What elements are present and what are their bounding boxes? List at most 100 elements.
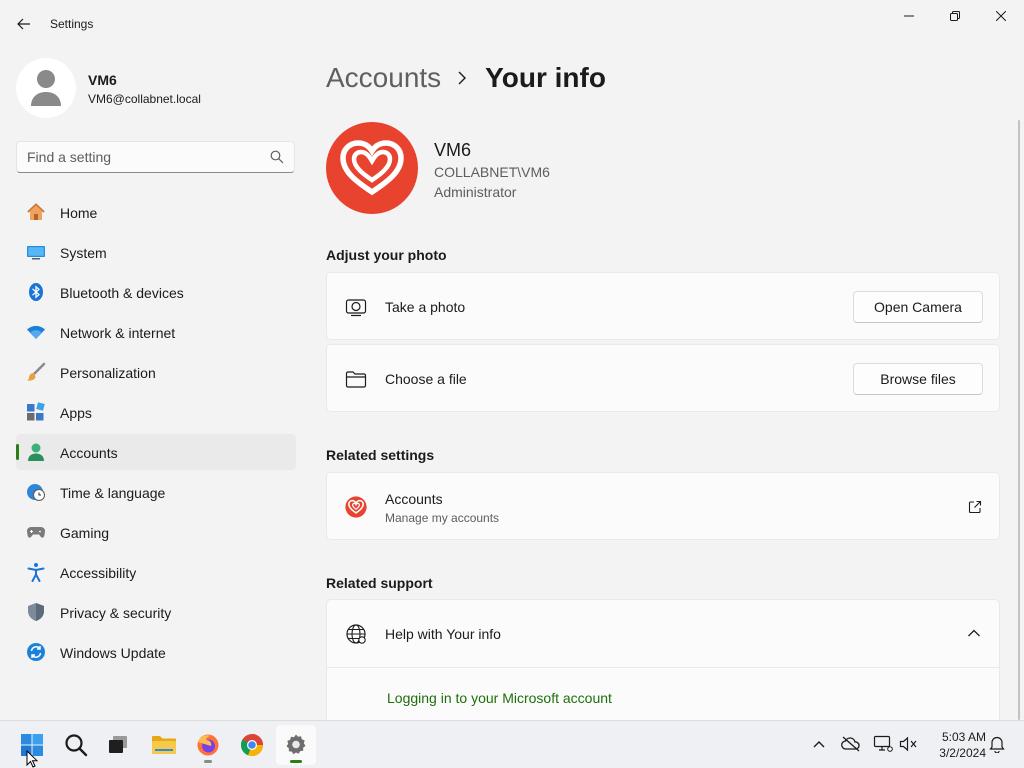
user-name: VM6 <box>434 140 472 160</box>
accounts-link-card[interactable]: Accounts Manage my accounts <box>326 472 1000 540</box>
chevron-up-icon[interactable] <box>967 628 981 638</box>
brush-icon <box>26 362 46 382</box>
onedrive-tray-button[interactable] <box>840 733 862 755</box>
settings-taskbar-button[interactable] <box>276 725 316 765</box>
app-title: Settings <box>50 17 94 31</box>
notifications-button[interactable] <box>986 733 1008 755</box>
breadcrumb-parent[interactable]: Accounts <box>326 62 441 94</box>
person-icon <box>31 70 61 106</box>
open-external-icon <box>968 500 982 514</box>
network-icon <box>873 735 893 752</box>
sidebar-item-label: Time & language <box>60 485 166 501</box>
microsoft-account-help-link[interactable]: Logging in to your Microsoft account <box>387 690 612 706</box>
sidebar-item-label: Windows Update <box>60 645 166 661</box>
sidebar-profile[interactable]: VM6 VM6@collabnet.local <box>16 58 296 118</box>
firefox-icon <box>197 734 219 756</box>
show-hidden-icons-button[interactable] <box>808 733 830 755</box>
page-title: Your info <box>485 62 606 93</box>
search-box[interactable] <box>16 141 295 173</box>
accounts-icon <box>26 442 46 462</box>
bell-icon <box>989 736 1005 753</box>
search-icon <box>65 734 88 757</box>
accounts-link-label: Accounts <box>385 491 443 507</box>
heart-logo-icon <box>340 140 404 196</box>
user-role: Administrator <box>434 184 517 200</box>
system-icon <box>26 242 46 262</box>
sidebar-item-label: Network & internet <box>60 325 176 341</box>
chrome-icon <box>240 734 264 757</box>
sidebar-item-privacy[interactable]: Privacy & security <box>16 594 296 630</box>
taskbar-clock[interactable]: 5:03 AM 3/2/2024 <box>924 729 986 761</box>
back-button[interactable] <box>12 12 36 36</box>
close-button[interactable] <box>978 0 1024 32</box>
taskbar: 5:03 AM 3/2/2024 <box>0 720 1024 768</box>
restore-button[interactable] <box>932 0 978 32</box>
sidebar-item-home[interactable]: Home <box>16 194 296 230</box>
search-input[interactable] <box>27 148 267 166</box>
help-label: Help with Your info <box>385 626 501 642</box>
clock-date: 3/2/2024 <box>939 746 986 760</box>
folder-icon <box>345 369 367 389</box>
apps-icon <box>26 402 46 422</box>
sidebar-item-label: Apps <box>60 405 92 421</box>
mouse-cursor-icon <box>26 750 39 768</box>
task-view-icon <box>109 736 127 753</box>
sidebar-item-apps[interactable]: Apps <box>16 394 296 430</box>
chevron-right-icon <box>457 71 469 85</box>
wifi-icon <box>26 322 46 342</box>
sidebar-item-time-language[interactable]: Time & language <box>16 474 296 510</box>
network-tray-button[interactable] <box>872 733 894 755</box>
clock-globe-icon <box>26 482 46 502</box>
running-indicator <box>204 760 212 763</box>
sidebar-item-label: Home <box>60 205 98 221</box>
help-expander: Help with Your info Logging in to your M… <box>326 599 1000 720</box>
profile-name: VM6 <box>88 72 117 88</box>
sidebar-item-bluetooth[interactable]: Bluetooth & devices <box>16 274 296 310</box>
sidebar-item-accessibility[interactable]: Accessibility <box>16 554 296 590</box>
volume-tray-button[interactable] <box>898 733 920 755</box>
sidebar-item-system[interactable]: System <box>16 234 296 270</box>
breadcrumb: Accounts Your info <box>326 58 606 98</box>
volume-muted-icon <box>899 736 917 752</box>
sidebar-item-label: Gaming <box>60 525 110 541</box>
adjust-photo-heading: Adjust your photo <box>326 247 447 263</box>
taskbar-search-button[interactable] <box>56 725 96 765</box>
related-support-heading: Related support <box>326 575 433 591</box>
search-icon[interactable] <box>270 150 284 164</box>
avatar <box>16 58 76 118</box>
sidebar-nav: Home System Bluetooth & devices Network … <box>16 194 296 674</box>
sidebar-item-windows-update[interactable]: Windows Update <box>16 634 296 670</box>
browse-files-button[interactable]: Browse files <box>853 363 983 395</box>
home-icon <box>26 202 46 222</box>
accessibility-icon <box>26 562 46 582</box>
sidebar-item-gaming[interactable]: Gaming <box>16 514 296 550</box>
firefox-button[interactable] <box>188 725 228 765</box>
title-bar: Settings <box>0 0 1024 48</box>
settings-icon <box>286 734 306 755</box>
settings-window: Settings VM6 VM6@collabnet.local Home <box>0 0 1024 720</box>
sidebar-item-label: Personalization <box>60 365 156 381</box>
sidebar-item-label: Accessibility <box>60 565 137 581</box>
sidebar-item-accounts[interactable]: Accounts <box>16 434 296 470</box>
sidebar-item-label: System <box>60 245 107 261</box>
shield-icon <box>26 602 46 622</box>
update-icon <box>26 642 46 662</box>
open-camera-button[interactable]: Open Camera <box>853 291 983 323</box>
file-explorer-button[interactable] <box>144 725 184 765</box>
task-view-button[interactable] <box>98 725 138 765</box>
minimize-button[interactable] <box>886 0 932 32</box>
sidebar-item-network[interactable]: Network & internet <box>16 314 296 350</box>
camera-icon <box>345 297 367 317</box>
scrollbar[interactable] <box>1018 120 1020 720</box>
sidebar-item-personalization[interactable]: Personalization <box>16 354 296 390</box>
help-expander-header[interactable]: Help with Your info <box>327 600 999 668</box>
sidebar-item-label: Bluetooth & devices <box>60 285 184 301</box>
chrome-button[interactable] <box>232 725 272 765</box>
choose-file-label: Choose a file <box>385 371 467 387</box>
restore-icon <box>950 11 960 21</box>
minimize-icon <box>904 15 914 17</box>
file-explorer-icon <box>152 736 176 754</box>
sidebar-item-label: Accounts <box>60 445 118 461</box>
bluetooth-icon <box>26 282 46 302</box>
chevron-up-icon <box>813 741 825 748</box>
